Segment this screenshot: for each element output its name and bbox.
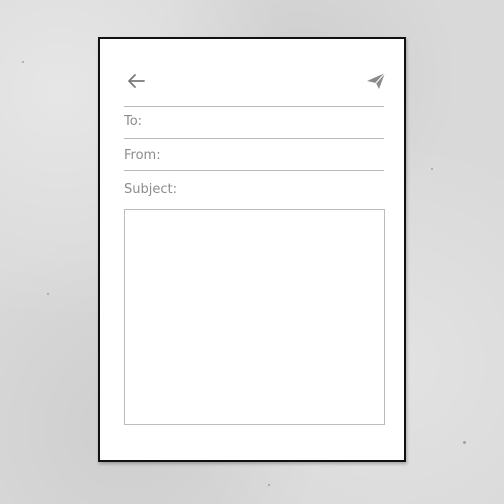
to-field[interactable]: To:: [124, 109, 384, 135]
subject-label: Subject:: [124, 182, 177, 197]
arrow-left-icon[interactable]: [127, 73, 145, 89]
from-field[interactable]: From:: [124, 143, 384, 169]
background-speck: [22, 61, 24, 63]
paper-plane-icon[interactable]: [366, 72, 386, 90]
header-divider: [124, 106, 384, 107]
from-label: From:: [124, 148, 161, 163]
from-divider: [124, 170, 384, 171]
message-body-area[interactable]: [124, 209, 385, 425]
to-label: To:: [124, 114, 143, 129]
background-speck: [463, 441, 466, 444]
background-speck: [431, 168, 433, 170]
background-speck: [268, 484, 270, 486]
to-divider: [124, 138, 384, 139]
background-speck: [47, 293, 49, 295]
subject-field[interactable]: Subject:: [124, 177, 384, 203]
compose-card: To: From: Subject:: [98, 37, 406, 462]
